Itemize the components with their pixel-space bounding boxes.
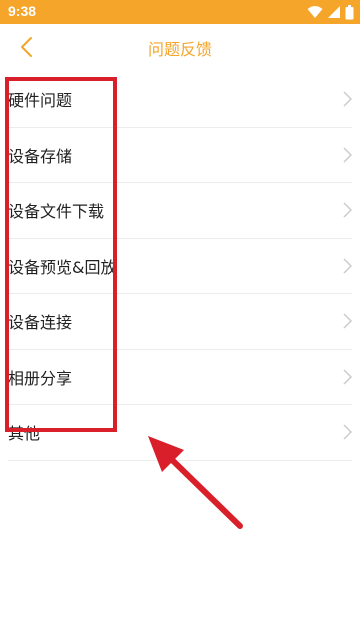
chevron-right-icon xyxy=(343,91,353,107)
signal-icon xyxy=(328,6,340,18)
list-item-label: 设备连接 xyxy=(8,313,73,332)
wifi-icon xyxy=(307,6,323,18)
chevron-right-icon xyxy=(343,257,353,274)
top-app-bar: 问题反馈 xyxy=(0,24,360,72)
list-item-label: 相册分享 xyxy=(8,368,73,388)
list-item-preview-playback[interactable]: 设备预览&回放 xyxy=(8,239,353,294)
list-item-album-share[interactable]: 相册分享 xyxy=(8,350,353,405)
chevron-right-icon xyxy=(343,202,353,218)
list-item-label: 设备文件下载 xyxy=(8,202,105,221)
list-item-label: 其他 xyxy=(8,424,41,443)
list-item-storage[interactable]: 设备存储 xyxy=(8,128,353,183)
chevron-right-icon xyxy=(343,368,353,385)
status-icons xyxy=(307,4,354,20)
chevron-right-icon xyxy=(343,313,353,329)
chevron-right-icon xyxy=(343,146,353,163)
status-time: 9:38 xyxy=(8,3,37,19)
list-item-connection[interactable]: 设备连接 xyxy=(8,294,353,350)
feedback-category-list: 硬件问题 设备存储 设备文件下载 设备预览&回放 设备连接 相册分享 其他 xyxy=(0,72,360,461)
chevron-right-icon xyxy=(343,424,353,440)
battery-icon xyxy=(345,4,354,19)
list-item-other[interactable]: 其他 xyxy=(8,405,353,461)
list-item-hardware[interactable]: 硬件问题 xyxy=(8,72,353,128)
list-item-label: 设备存储 xyxy=(8,146,73,166)
list-item-label: 硬件问题 xyxy=(8,91,73,110)
status-bar: 9:38 xyxy=(0,0,360,24)
list-item-file-download[interactable]: 设备文件下载 xyxy=(8,183,353,239)
list-item-label: 设备预览&回放 xyxy=(8,257,117,277)
page-title: 问题反馈 xyxy=(147,40,212,59)
